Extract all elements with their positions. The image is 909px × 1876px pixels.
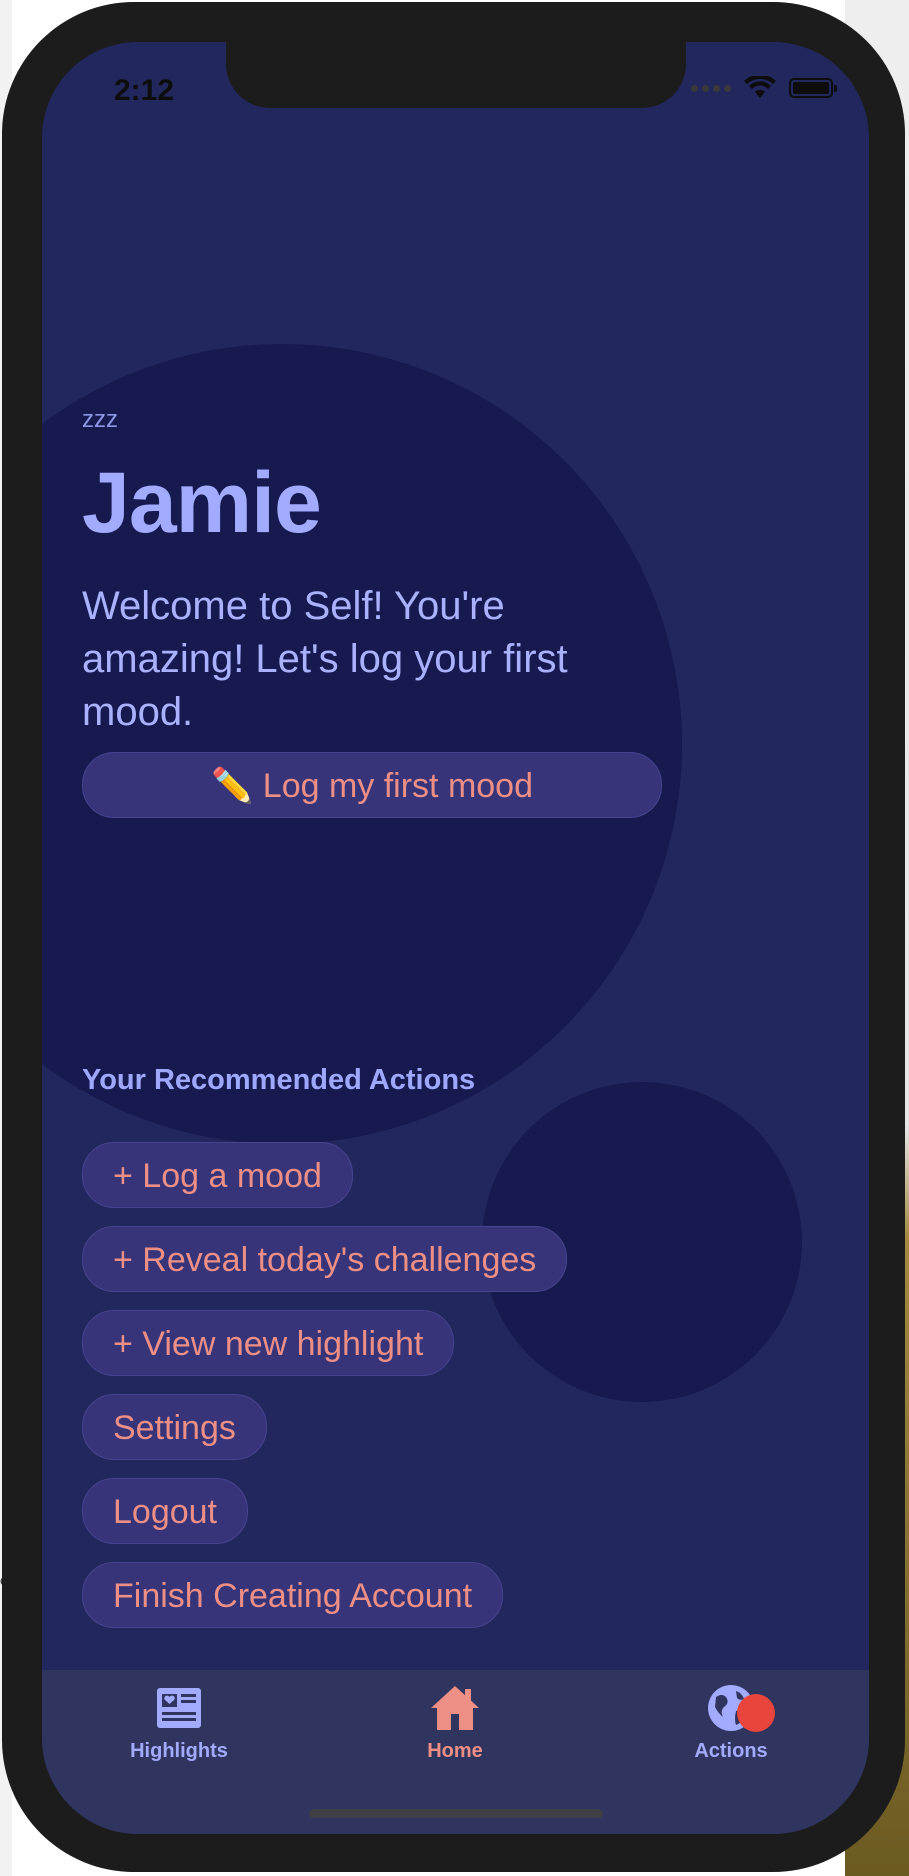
home-indicator[interactable]: [309, 1809, 603, 1818]
status-time: 2:12: [114, 74, 175, 107]
home-icon: [431, 1686, 479, 1730]
phone-frame: 2:12 zzz Jamie Welcome to Self! You're a…: [2, 2, 905, 1872]
notification-badge: [737, 1694, 775, 1732]
tab-home-label: Home: [427, 1740, 483, 1762]
status-icons: [691, 76, 837, 100]
wifi-icon: [744, 76, 776, 98]
log-first-mood-label: Log my first mood: [262, 767, 533, 805]
app-screen: 2:12 zzz Jamie Welcome to Self! You're a…: [42, 42, 869, 1834]
logout-button[interactable]: Logout: [82, 1478, 248, 1544]
view-highlight-button[interactable]: + View new highlight: [82, 1310, 455, 1376]
tab-home[interactable]: Home: [365, 1682, 545, 1763]
welcome-message: Welcome to Self! You're amazing! Let's l…: [82, 584, 568, 734]
signal-icon: [691, 84, 731, 92]
battery-icon: [789, 78, 837, 98]
finish-account-button[interactable]: Finish Creating Account: [82, 1562, 504, 1628]
settings-button[interactable]: Settings: [82, 1394, 267, 1460]
pencil-icon: ✏️: [210, 767, 254, 805]
mood-tag: zzz: [82, 406, 118, 433]
newspaper-icon: [157, 1688, 201, 1728]
tab-highlights-label: Highlights: [130, 1740, 228, 1762]
reveal-challenges-button[interactable]: + Reveal today's challenges: [82, 1226, 568, 1292]
log-mood-button[interactable]: + Log a mood: [82, 1142, 353, 1208]
recommended-actions-title: Your Recommended Actions: [82, 1064, 476, 1096]
tab-actions-label: Actions: [694, 1740, 768, 1762]
tab-highlights[interactable]: Highlights: [89, 1682, 269, 1763]
user-name: Jamie: [82, 455, 322, 551]
tab-actions[interactable]: Actions: [641, 1682, 821, 1763]
log-first-mood-button[interactable]: ✏️ Log my first mood: [82, 752, 662, 818]
notch: [226, 42, 686, 108]
